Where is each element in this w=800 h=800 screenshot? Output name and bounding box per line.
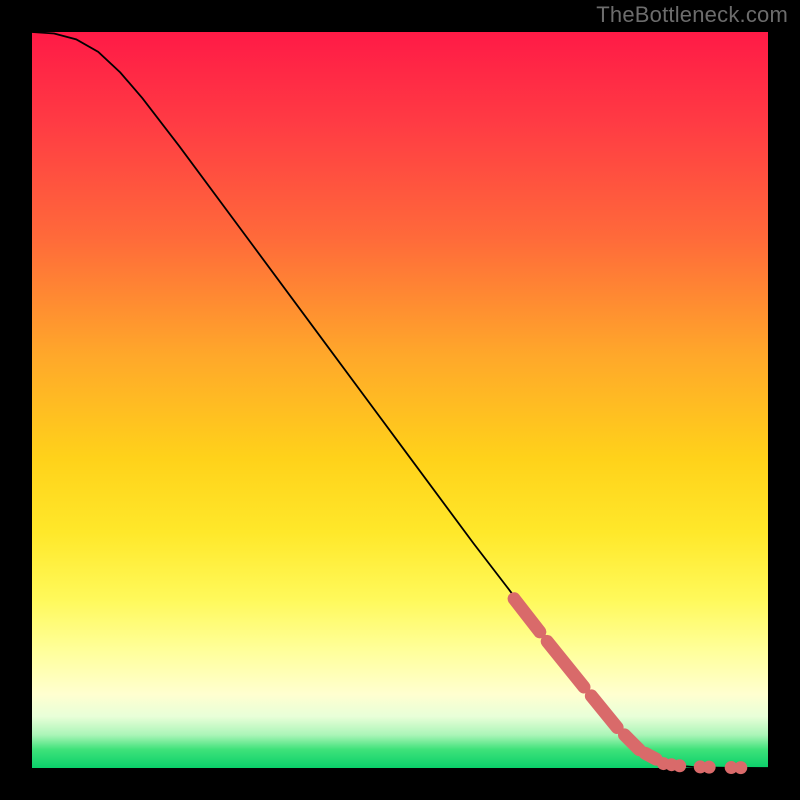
- data-dot: [734, 761, 747, 774]
- bottleneck-curve: [32, 32, 768, 768]
- data-dot-segment: [591, 696, 617, 728]
- data-dots-group: [514, 599, 747, 774]
- data-dot: [673, 759, 686, 772]
- data-dot: [703, 761, 716, 774]
- watermark-text: TheBottleneck.com: [596, 2, 788, 28]
- chart-frame: TheBottleneck.com: [0, 0, 800, 800]
- data-dot-segment: [514, 599, 540, 632]
- data-dot-segment: [624, 735, 639, 750]
- chart-overlay: [32, 32, 768, 768]
- plot-area: [32, 32, 768, 768]
- data-dot-segment: [547, 641, 584, 687]
- data-dot-segment: [645, 753, 656, 759]
